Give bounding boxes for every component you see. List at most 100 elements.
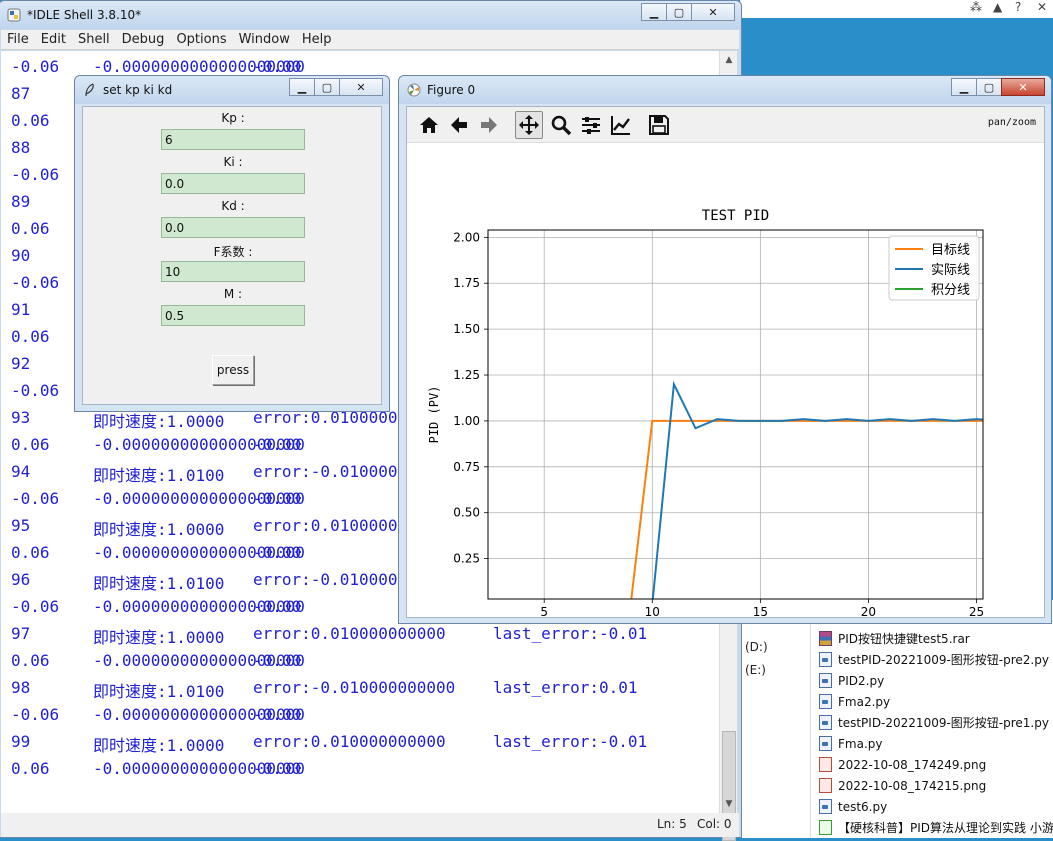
shell-field: error:-0.0100000 xyxy=(253,570,408,589)
figure-canvas-area: pan/zoom 5 10 15 20 25 0.25 0.50 0.75 1.00 1.25 1.… xyxy=(406,106,1045,618)
menu-debug[interactable]: Debug xyxy=(116,32,171,47)
file-item[interactable]: PID按钮快捷键test5.rar xyxy=(819,628,1053,649)
ki-input[interactable] xyxy=(161,173,305,194)
shell-field: -0.00 xyxy=(253,597,302,616)
menu-edit[interactable]: Edit xyxy=(35,32,72,47)
shell-field: 即时速度:1.0100 xyxy=(93,574,225,593)
minimize-button[interactable]: ▁ xyxy=(951,78,977,96)
app-icon[interactable]: ⁂ xyxy=(970,0,982,14)
f-input[interactable] xyxy=(161,261,305,282)
kp-input[interactable] xyxy=(161,129,305,150)
file-item[interactable]: 2022-10-08_174249.png xyxy=(819,754,1053,775)
close-button[interactable]: ✕ xyxy=(339,78,383,96)
minimize-button[interactable]: ▁ xyxy=(289,78,315,96)
maximize-button[interactable]: ▢ xyxy=(666,3,692,21)
file-name: 2022-10-08_174249.png xyxy=(838,757,987,772)
file-item[interactable]: Fma.py xyxy=(819,733,1053,754)
scroll-down-icon[interactable]: ▼ xyxy=(722,797,736,811)
shell-field: last_error:-0.01 xyxy=(493,732,648,751)
shell-field: 96 xyxy=(11,570,31,589)
file-name: 【硬核科普】PID算法从理论到实践 小游 xyxy=(838,821,1053,835)
shell-field: error:-0.0100000 xyxy=(253,462,408,481)
menu-options[interactable]: Options xyxy=(170,32,232,47)
file-name: testPID-20221009-图形按钮-pre1.py xyxy=(838,716,1049,730)
shell-field: -0.00 xyxy=(253,57,302,76)
shell-field: -0.06 xyxy=(11,597,60,616)
file-item[interactable]: testPID-20221009-图形按钮-pre1.py xyxy=(819,712,1053,733)
press-button[interactable]: press xyxy=(212,355,254,385)
zoom-icon[interactable] xyxy=(547,111,575,139)
dialog-body: Kp : Ki : Kd : F系数 : M : press xyxy=(82,106,382,405)
shell-field: 即时速度:1.0000 xyxy=(93,736,225,755)
x-tick-label: 15 xyxy=(753,605,768,618)
back-arrow-icon[interactable] xyxy=(445,111,473,139)
scroll-up-icon[interactable]: ▲ xyxy=(722,53,736,67)
figure-title-bar[interactable]: Figure 0 ▁ ▢ ✕ xyxy=(399,76,1051,104)
shell-field: -0.00 xyxy=(253,543,302,562)
minimize-button[interactable]: ▁ xyxy=(641,3,667,21)
up-icon[interactable]: ▲ xyxy=(993,0,1002,14)
shell-field: 93 xyxy=(11,408,31,427)
status-col: Col: 0 xyxy=(697,817,732,831)
pan-icon[interactable] xyxy=(515,111,543,139)
shell-field: 98 xyxy=(11,678,31,697)
home-icon[interactable] xyxy=(415,111,443,139)
menu-file[interactable]: File xyxy=(1,32,35,47)
shell-field: error:0.0100000 xyxy=(253,516,398,535)
py-file-icon xyxy=(819,694,832,709)
shell-field: 92 xyxy=(11,354,31,373)
py-file-icon xyxy=(819,736,832,751)
vid-file-icon xyxy=(819,820,832,835)
y-tick-label: 2.00 xyxy=(453,230,480,244)
maximize-button[interactable]: ▢ xyxy=(976,78,1002,96)
shell-field: 即时速度:1.0000 xyxy=(93,628,225,647)
legend-label: 目标线 xyxy=(931,243,970,258)
shell-field: 即时速度:1.0000 xyxy=(93,520,225,539)
help-icon[interactable]: ? xyxy=(1015,0,1021,14)
shell-field: -0.06 xyxy=(11,273,60,292)
save-icon[interactable] xyxy=(645,111,673,139)
shell-field: error:-0.010000000000 xyxy=(253,678,456,697)
file-item[interactable]: 2022-10-08_174215.png xyxy=(819,775,1053,796)
idle-title-bar[interactable]: *IDLE Shell 3.8.10* ▁ ▢ ✕ xyxy=(0,1,741,29)
dialog-title-bar[interactable]: set kp ki kd ▁ ▢ ✕ xyxy=(75,76,389,104)
close-button[interactable]: ✕ xyxy=(691,3,735,21)
explorer-nav-pane: (D:) (E:) xyxy=(741,600,811,838)
shell-field: 91 xyxy=(11,300,31,319)
drive-d[interactable]: (D:) xyxy=(745,640,768,654)
file-name: PID按钮快捷键test5.rar xyxy=(838,632,970,646)
shell-field: -0.00 xyxy=(253,759,302,778)
shell-field: 89 xyxy=(11,192,31,211)
kd-input[interactable] xyxy=(161,217,305,238)
file-item[interactable]: PID2.py xyxy=(819,670,1053,691)
y-tick-label: 1.25 xyxy=(453,368,480,382)
close-button[interactable]: ✕ xyxy=(1001,78,1045,96)
shell-field: error:0.010000000000 xyxy=(253,732,446,751)
shell-field: -0.00 xyxy=(253,435,302,454)
file-item[interactable]: 【硬核科普】PID算法从理论到实践 小游 xyxy=(819,817,1053,838)
file-item[interactable]: Fma2.py xyxy=(819,691,1053,712)
y-tick-label: 1.50 xyxy=(453,322,480,336)
matplotlib-icon xyxy=(407,83,421,97)
forward-arrow-icon[interactable] xyxy=(475,111,503,139)
m-input[interactable] xyxy=(161,305,305,326)
file-name: testPID-20221009-图形按钮-pre2.py xyxy=(838,653,1049,667)
file-name: test6.py xyxy=(838,799,888,814)
menu-window[interactable]: Window xyxy=(233,32,296,47)
maximize-button[interactable]: ▢ xyxy=(314,78,340,96)
plot-canvas[interactable]: 5 10 15 20 25 0.25 0.50 0.75 1.00 1.25 1.50 1.75 2.0… xyxy=(407,144,1044,618)
file-item[interactable]: testPID-20221009-图形按钮-pre2.py xyxy=(819,649,1053,670)
desktop-top-strip: ⁂ ▲ ? ✕ xyxy=(740,0,1053,18)
file-item[interactable]: test6.py xyxy=(819,796,1053,817)
py-file-icon xyxy=(819,673,832,688)
edit-curve-icon[interactable] xyxy=(607,111,635,139)
close-icon[interactable]: ✕ xyxy=(1037,0,1047,14)
menu-shell[interactable]: Shell xyxy=(72,32,116,47)
shell-field: error:0.010000000000 xyxy=(253,624,446,643)
menu-help[interactable]: Help xyxy=(296,32,338,47)
drive-e[interactable]: (E:) xyxy=(745,663,766,677)
series-line xyxy=(651,380,983,599)
subplots-icon[interactable] xyxy=(577,111,605,139)
py-file-icon xyxy=(819,652,832,667)
ki-label: Ki : xyxy=(223,155,243,169)
